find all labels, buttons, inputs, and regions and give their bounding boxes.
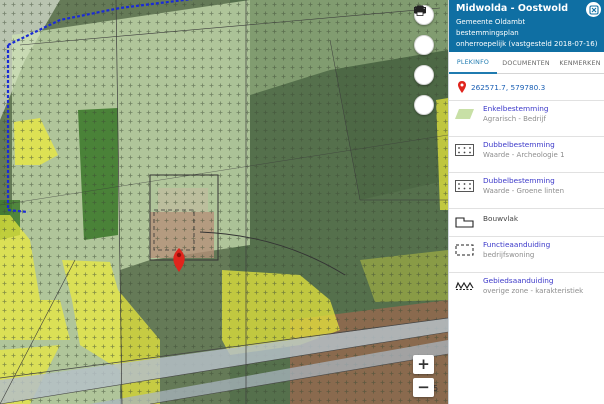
coordinates-text: 262571.7, 579780.3 (471, 82, 546, 92)
bouwvlak-swatch-icon (455, 217, 474, 228)
zoom-in-button[interactable]: + (413, 355, 434, 374)
zone-swatch-icon (455, 281, 474, 290)
plan-type: bestemmingsplan (456, 29, 519, 37)
legend-row-gebiedsaanduiding: Gebiedsaanduiding overige zone - karakte… (449, 272, 604, 308)
tab-documenten[interactable]: DOCUMENTEN (497, 52, 555, 74)
print-icon (414, 5, 426, 16)
panel-header: Midwolda - Oostwold Gemeente Oldambt bes… (449, 0, 604, 52)
location-pin-icon (458, 81, 466, 93)
dotted-swatch-icon (455, 180, 474, 192)
legend-value: Waarde - Archeologie 1 (483, 151, 565, 159)
legend-value: bedrijfswoning (483, 251, 535, 259)
legend-row-bouwvlak: Bouwvlak (449, 208, 604, 236)
map-toolbar (414, 5, 436, 125)
municipality-name: Gemeente Oldambt (456, 18, 526, 26)
tab-plekinfo[interactable]: PLEKINFO (449, 52, 497, 74)
plan-status: onherroepelijk (vastgesteld 2018-07-16) (456, 40, 598, 48)
dotted-swatch-icon (455, 144, 474, 156)
legend-row-archeologie: Dubbelbestemming Waarde - Archeologie 1 (449, 136, 604, 172)
legend-row-enkelbestemming: Enkelbestemming Agrarisch - Bedrijf (449, 100, 604, 136)
legend-link[interactable]: Functieaanduiding (483, 240, 550, 250)
list-button[interactable] (414, 6, 434, 85)
legend-link[interactable]: Dubbelbestemming (483, 176, 564, 186)
legend-value: overige zone - karakteristiek (483, 287, 584, 295)
measure-button[interactable] (414, 7, 434, 55)
dashed-outline-swatch-icon (455, 244, 474, 256)
map-view[interactable]: 5 + − (0, 0, 448, 404)
print-button[interactable] (414, 5, 434, 115)
legend-link[interactable]: Dubbelbestemming (483, 140, 565, 150)
legend-link[interactable]: Gebiedsaanduiding (483, 276, 583, 286)
legend-link[interactable]: Enkelbestemming (483, 104, 549, 114)
info-panel: Midwolda - Oostwold Gemeente Oldambt bes… (448, 0, 604, 404)
coordinates-row: 262571.7, 579780.3 (449, 74, 604, 100)
legend-value: Agrarisch - Bedrijf (483, 115, 546, 123)
agrarisch-swatch-icon (455, 109, 474, 119)
tab-kenmerken[interactable]: KENMERKEN (555, 52, 604, 74)
legend-row-groene-linten: Dubbelbestemming Waarde - Groene linten (449, 172, 604, 208)
legend-label: Bouwvlak (483, 214, 519, 223)
collapse-icon (588, 4, 599, 15)
collapse-panel-button[interactable] (586, 2, 601, 17)
zoom-out-button[interactable]: − (413, 378, 434, 397)
legend-row-functieaanduiding: Functieaanduiding bedrijfswoning (449, 236, 604, 272)
plan-title: Midwolda - Oostwold (456, 3, 568, 14)
map-canvas[interactable]: 5 (0, 0, 448, 404)
panel-tabs: PLEKINFO DOCUMENTEN KENMERKEN (449, 52, 604, 74)
legend-value: Waarde - Groene linten (483, 187, 565, 195)
